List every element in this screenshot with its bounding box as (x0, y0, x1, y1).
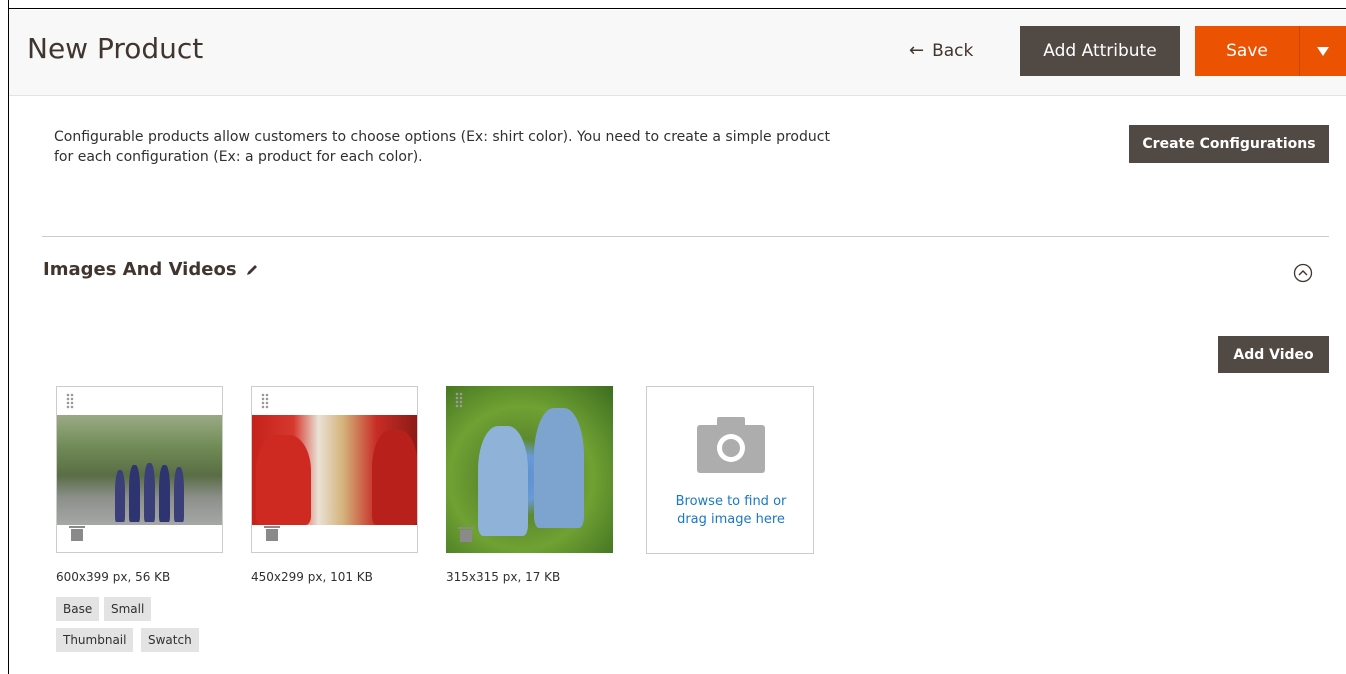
configurable-description: Configurable products allow customers to… (54, 129, 830, 165)
image-thumbnail-2[interactable] (251, 386, 418, 553)
upload-instructions[interactable]: Browse to find or drag image here (647, 493, 815, 529)
back-arrow-icon: ← (909, 40, 925, 61)
section-divider (42, 236, 1329, 237)
role-badge-thumbnail: Thumbnail (56, 628, 134, 652)
image-info-1: 600x399 px, 56 KB (56, 570, 171, 584)
role-badge-base: Base (56, 597, 100, 621)
drag-handle-icon[interactable] (261, 393, 269, 409)
collapse-chevron-icon[interactable] (1293, 263, 1313, 283)
product-image (57, 415, 222, 525)
upload-text-line-2: drag image here (677, 512, 785, 527)
role-badge-swatch: Swatch (141, 628, 199, 652)
pencil-icon[interactable] (244, 262, 260, 278)
product-image (252, 415, 417, 525)
add-video-button[interactable]: Add Video (1218, 336, 1329, 373)
back-button[interactable]: ← Back (909, 40, 973, 61)
page-title: New Product (27, 32, 204, 65)
page-header: New Product ← Back Add Attribute Save (9, 10, 1346, 96)
image-thumbnail-3[interactable] (446, 386, 613, 553)
image-info-2: 450x299 px, 101 KB (251, 570, 373, 584)
image-upload-dropzone[interactable]: Browse to find or drag image here (646, 386, 814, 554)
add-attribute-button[interactable]: Add Attribute (1020, 26, 1180, 76)
camera-icon (697, 417, 765, 473)
dropdown-arrow-icon (1317, 46, 1329, 56)
back-label: Back (932, 40, 974, 61)
trash-icon[interactable] (458, 527, 474, 542)
drag-handle-icon[interactable] (455, 392, 463, 408)
image-thumbnail-1[interactable] (56, 386, 223, 553)
drag-handle-icon[interactable] (66, 393, 74, 409)
window-frame-left (0, 0, 9, 674)
trash-icon[interactable] (264, 526, 280, 541)
image-info-3: 315x315 px, 17 KB (446, 570, 561, 584)
upload-text-line-1: Browse to find or (675, 494, 787, 509)
save-dropdown-toggle[interactable] (1299, 26, 1346, 76)
create-configurations-button[interactable]: Create Configurations (1129, 125, 1329, 163)
images-section-title[interactable]: Images And Videos (43, 259, 237, 280)
trash-icon[interactable] (69, 526, 85, 541)
save-button[interactable]: Save (1195, 26, 1299, 76)
window-frame-top (0, 0, 1346, 9)
role-badge-small: Small (104, 597, 152, 621)
